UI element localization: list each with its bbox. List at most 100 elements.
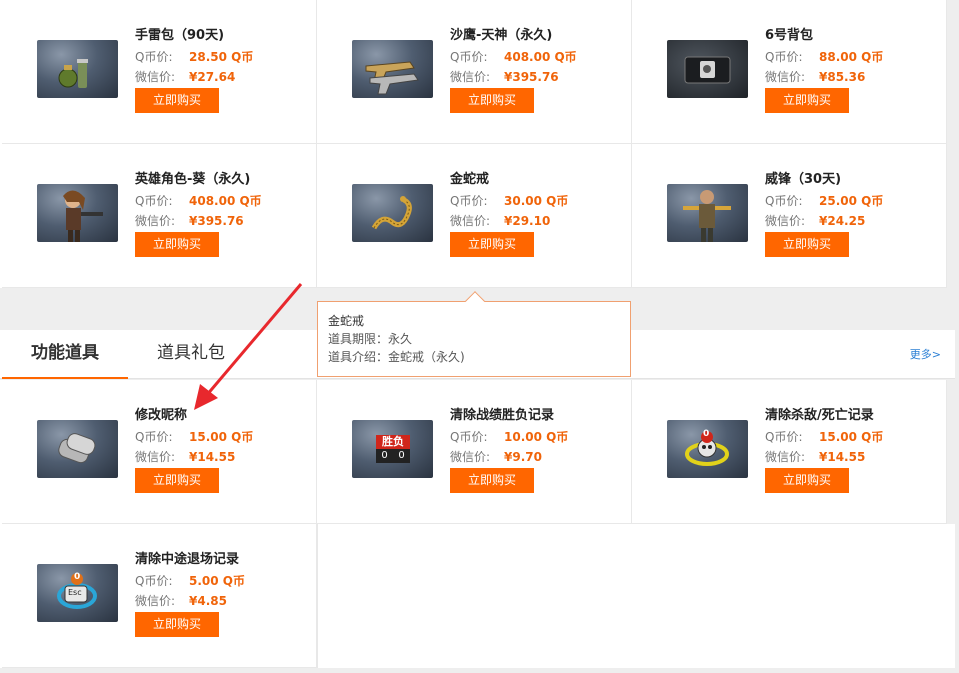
tab-functional-items[interactable]: 功能道具 [2, 330, 128, 379]
grenade-pack-icon[interactable] [37, 40, 118, 98]
item-tooltip: 金蛇戒 道具期限：永久 道具介绍：金蛇戒（永久) [317, 291, 631, 377]
wx-price-value: ¥27.64 [189, 70, 236, 84]
counter-digit: 0 [703, 429, 710, 439]
buy-now-button[interactable]: 立即购买 [765, 232, 849, 257]
q-price-label: Q币价: [135, 194, 173, 208]
q-price-value: 408.00 Q币 [189, 194, 262, 208]
esc-key-label: Esc [68, 588, 82, 597]
wx-price-row: 微信价: ¥85.36 [765, 68, 865, 85]
product-card: 0 清除杀敌/死亡记录 Q币价: 15.00 Q币 微信价: ¥14.55 立即购买 [632, 380, 947, 524]
product-card: 胜负 00 清除战绩胜负记录 Q币价: 10.00 Q币 微信价: ¥9.70 立即… [317, 380, 632, 524]
more-link[interactable]: 更多> [910, 346, 941, 362]
wx-price-value: ¥29.10 [504, 214, 551, 228]
q-price-value: 25.00 Q币 [819, 194, 884, 208]
product-name: 清除战绩胜负记录 [450, 408, 555, 423]
q-price-label: Q币价: [765, 50, 803, 64]
q-price-row: Q币价: 88.00 Q币 [765, 48, 883, 65]
q-price-value: 10.00 Q币 [504, 430, 569, 444]
tooltip-notch [465, 291, 485, 311]
wx-price-label: 微信价: [135, 450, 176, 464]
wx-price-label: 微信价: [135, 214, 176, 228]
wx-price-value: ¥395.76 [504, 70, 559, 84]
buy-now-button[interactable]: 立即购买 [135, 232, 219, 257]
wx-price-label: 微信价: [765, 450, 806, 464]
wx-price-label: 微信价: [765, 70, 806, 84]
buy-now-button[interactable]: 立即购买 [450, 88, 534, 113]
buy-now-button[interactable]: 立即购买 [135, 612, 219, 637]
win-loss-scoreboard-icon[interactable]: 胜负 00 [352, 420, 433, 478]
dog-tag-icon[interactable] [37, 420, 118, 478]
product-name: 清除杀敌/死亡记录 [765, 408, 874, 423]
q-price-row: Q币价: 25.00 Q币 [765, 192, 883, 209]
wx-price-label: 微信价: [450, 450, 491, 464]
kill-death-skull-icon[interactable]: 0 [667, 420, 748, 478]
q-price-label: Q币价: [450, 430, 488, 444]
buy-now-button[interactable]: 立即购买 [765, 88, 849, 113]
buy-now-button[interactable]: 立即购买 [450, 232, 534, 257]
product-name: 6号背包 [765, 28, 814, 43]
empty-grid-area [317, 524, 955, 668]
wx-price-row: 微信价: ¥24.25 [765, 212, 865, 229]
q-price-value: 28.50 Q币 [189, 50, 254, 64]
product-card: 沙鹰-天神（永久) Q币价: 408.00 Q币 微信价: ¥395.76 立即购买 [317, 0, 632, 144]
q-price-value: 408.00 Q币 [504, 50, 577, 64]
tooltip-title: 金蛇戒 [328, 314, 365, 328]
product-name: 修改昵称 [135, 408, 188, 423]
q-price-value: 15.00 Q币 [819, 430, 884, 444]
wx-price-value: ¥24.25 [819, 214, 866, 228]
wx-price-row: 微信价: ¥27.64 [135, 68, 235, 85]
wx-price-label: 微信价: [135, 594, 176, 608]
product-card: 6号背包 Q币价: 88.00 Q币 微信价: ¥85.36 立即购买 [632, 0, 947, 144]
wx-price-row: 微信价: ¥14.55 [765, 448, 865, 465]
buy-now-button[interactable]: 立即购买 [135, 468, 219, 493]
q-price-row: Q币价: 28.50 Q币 [135, 48, 253, 65]
wx-price-value: ¥14.55 [189, 450, 236, 464]
q-price-row: Q币价: 30.00 Q币 [450, 192, 568, 209]
product-card: 威锋（30天) Q币价: 25.00 Q币 微信价: ¥24.25 立即购买 [632, 144, 947, 288]
tooltip-period: 道具期限：永久 [328, 332, 413, 346]
q-price-label: Q币价: [135, 50, 173, 64]
wx-price-value: ¥9.70 [504, 450, 542, 464]
win-loss-badge: 胜负 00 [376, 435, 410, 463]
win-label: 胜 [382, 435, 393, 448]
wx-price-label: 微信价: [765, 214, 806, 228]
counter-digit: 0 [74, 572, 81, 582]
wx-price-row: 微信价: ¥4.85 [135, 592, 227, 609]
product-name: 沙鹰-天神（永久) [450, 28, 553, 43]
buy-now-button[interactable]: 立即购买 [765, 468, 849, 493]
q-price-row: Q币价: 15.00 Q币 [135, 428, 253, 445]
q-price-value: 15.00 Q币 [189, 430, 254, 444]
product-grid-top: 手雷包（90天) Q币价: 28.50 Q币 微信价: ¥27.64 立即购买 沙鹰… [0, 0, 947, 288]
wx-price-row: 微信价: ¥29.10 [450, 212, 550, 229]
buy-now-button[interactable]: 立即购买 [450, 468, 534, 493]
q-price-value: 30.00 Q币 [504, 194, 569, 208]
q-price-label: Q币价: [765, 430, 803, 444]
tab-item-gift-packs[interactable]: 道具礼包 [140, 330, 242, 379]
buy-now-button[interactable]: 立即购买 [135, 88, 219, 113]
q-price-row: Q币价: 10.00 Q币 [450, 428, 568, 445]
wx-price-value: ¥4.85 [189, 594, 227, 608]
q-price-row: Q币价: 15.00 Q币 [765, 428, 883, 445]
q-price-label: Q币价: [135, 430, 173, 444]
wx-price-value: ¥395.76 [189, 214, 244, 228]
loss-label: 负 [393, 435, 404, 448]
hero-character-icon[interactable] [37, 184, 118, 242]
product-name: 英雄角色-葵（永久) [135, 172, 251, 187]
q-price-label: Q币价: [450, 194, 488, 208]
soldier-character-icon[interactable] [667, 184, 748, 242]
wx-price-row: 微信价: ¥395.76 [135, 212, 244, 229]
backpack-icon[interactable] [667, 40, 748, 98]
desert-eagle-icon[interactable] [352, 40, 433, 98]
wx-price-value: ¥85.36 [819, 70, 866, 84]
product-name: 威锋（30天) [765, 172, 842, 187]
esc-key-icon[interactable]: Esc 0 [37, 564, 118, 622]
product-card: Esc 0 清除中途退场记录 Q币价: 5.00 Q币 微信价: ¥4.85 立即购… [2, 524, 317, 668]
product-card: 英雄角色-葵（永久) Q币价: 408.00 Q币 微信价: ¥395.76 立即购… [2, 144, 317, 288]
q-price-label: Q币价: [135, 574, 173, 588]
q-price-row: Q币价: 5.00 Q币 [135, 572, 245, 589]
wx-price-row: 微信价: ¥14.55 [135, 448, 235, 465]
wx-price-value: ¥14.55 [819, 450, 866, 464]
product-name: 手雷包（90天) [135, 28, 225, 43]
wx-price-label: 微信价: [450, 70, 491, 84]
golden-snake-ring-icon[interactable] [352, 184, 433, 242]
